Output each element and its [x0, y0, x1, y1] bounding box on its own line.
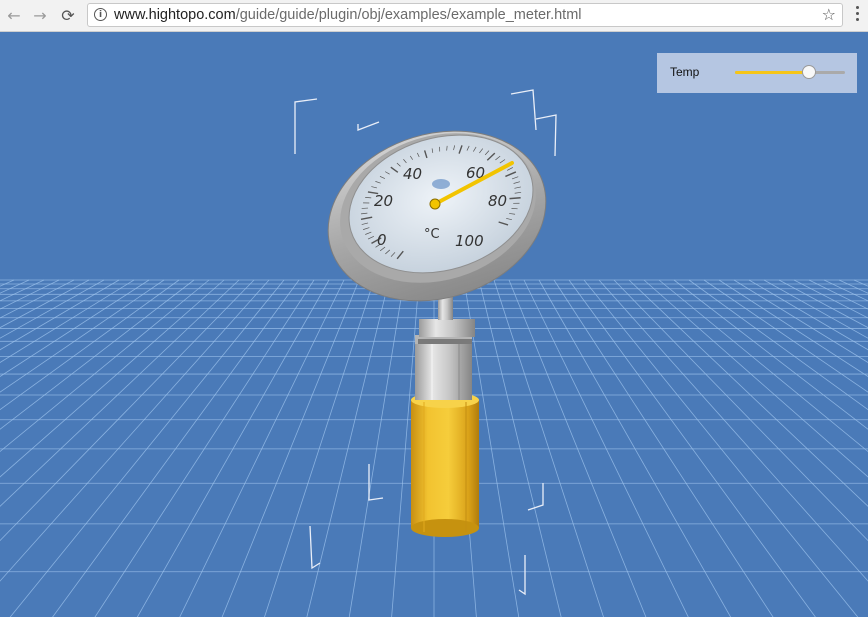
gauge-unit-label: °C: [424, 227, 440, 242]
meter-scene[interactable]: 0 20 40 60 80 100 °C: [0, 32, 868, 617]
reload-icon[interactable]: ⟳: [57, 4, 79, 26]
needle-pivot: [429, 198, 441, 210]
info-icon[interactable]: i: [94, 8, 107, 21]
tick-label-0: 0: [377, 231, 387, 249]
tick-label-80: 80: [488, 192, 507, 210]
3d-viewport[interactable]: 0 20 40 60 80 100 °C Temp: [0, 32, 868, 617]
browser-toolbar: ← → ⟳ i www.hightopo.com/guide/guide/plu…: [0, 0, 868, 32]
brand-logo: [432, 179, 450, 189]
control-panel: Temp: [657, 53, 857, 93]
tick-label-20: 20: [374, 192, 393, 210]
temp-slider[interactable]: [735, 64, 845, 80]
slider-fill: [735, 71, 809, 74]
cylinder-base: [411, 392, 479, 537]
gauge: 0 20 40 60 80 100 °C: [327, 130, 547, 302]
temp-label: Temp: [670, 65, 700, 79]
hex-nut: [415, 319, 475, 400]
star-icon[interactable]: ☆: [822, 5, 836, 24]
slider-thumb[interactable]: [801, 65, 816, 79]
tick-label-40: 40: [403, 165, 422, 183]
back-arrow-icon[interactable]: ←: [3, 4, 25, 26]
url-text[interactable]: www.hightopo.com/guide/guide/plugin/obj/…: [114, 7, 582, 23]
tick-label-100: 100: [455, 232, 484, 250]
forward-arrow-icon[interactable]: →: [29, 4, 51, 26]
menu-icon[interactable]: [849, 6, 865, 26]
address-bar[interactable]: i www.hightopo.com/guide/guide/plugin/ob…: [87, 3, 843, 27]
gauge-tick: [509, 197, 521, 200]
url-host: www.hightopo.com: [114, 7, 236, 23]
url-path: /guide/guide/plugin/obj/examples/example…: [235, 7, 582, 23]
